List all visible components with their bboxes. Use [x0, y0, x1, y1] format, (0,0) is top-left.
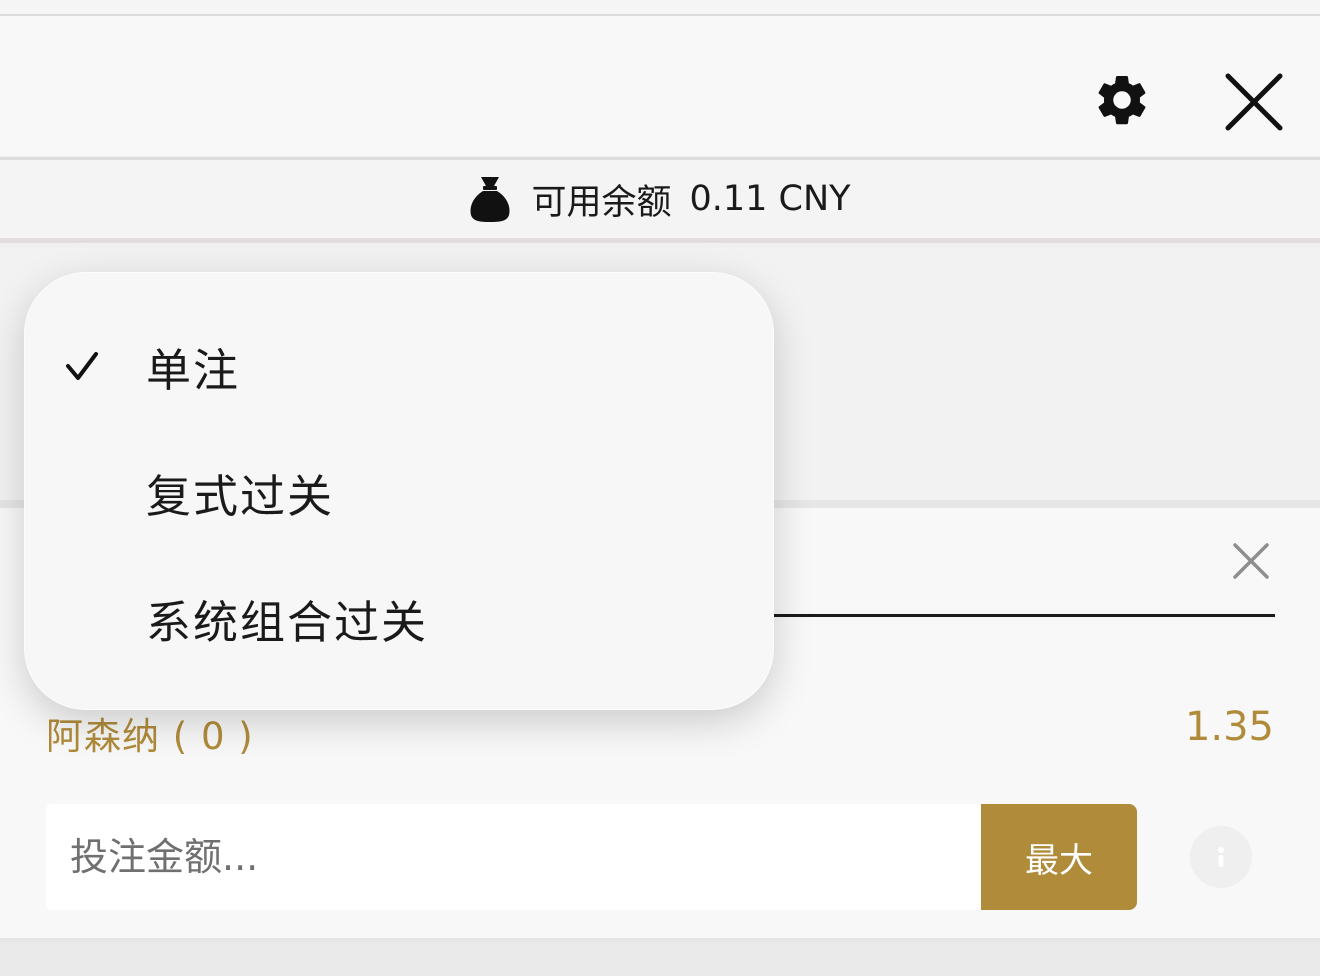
money-bag-icon	[469, 175, 511, 223]
max-button[interactable]: 最大	[981, 804, 1137, 910]
top-strip	[0, 0, 1320, 16]
check-icon	[64, 304, 100, 428]
menu-item-single[interactable]: 单注	[24, 304, 774, 428]
balance-label: 可用余额	[531, 182, 672, 223]
menu-item-label: 系统组合过关	[146, 595, 429, 649]
balance-bar: 可用余额 0.11 CNY	[0, 157, 1320, 243]
info-icon	[1218, 847, 1224, 867]
remove-bet-button[interactable]	[1228, 538, 1274, 584]
divider	[700, 614, 1275, 617]
menu-item-multiple[interactable]: 复式过关	[24, 430, 774, 554]
settings-button[interactable]	[1090, 68, 1154, 132]
menu-item-label: 单注	[146, 343, 241, 397]
close-icon	[1225, 73, 1283, 131]
balance-amount: 0.11 CNY	[689, 179, 851, 219]
selection-label: 阿森纳 ( 0 )	[46, 715, 254, 758]
info-button[interactable]	[1190, 826, 1252, 888]
menu-item-system[interactable]: 系统组合过关	[24, 556, 774, 680]
below-area	[0, 942, 1320, 976]
menu-item-label: 复式过关	[146, 469, 335, 523]
bet-type-dropdown: 单注 复式过关 系统组合过关	[24, 272, 774, 710]
close-icon	[1233, 543, 1269, 579]
odds-value: 1.35	[1184, 704, 1274, 750]
header-bar	[0, 16, 1320, 156]
gear-icon	[1098, 75, 1146, 125]
stake-input[interactable]	[46, 804, 982, 910]
close-button[interactable]	[1220, 68, 1288, 136]
bet-slip-screen: 可用余额 0.11 CNY 阿森纳 ( 0 ) 1.35 最大 单注	[0, 0, 1320, 976]
